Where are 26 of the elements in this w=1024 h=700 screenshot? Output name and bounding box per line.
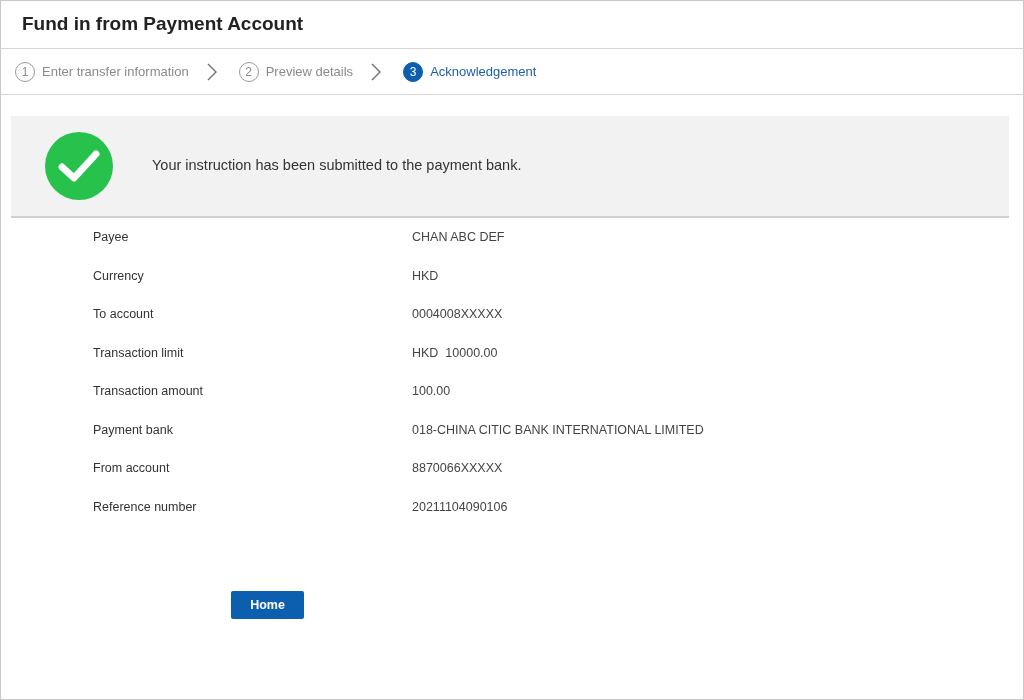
- field-value: 0004008XXXXX: [412, 306, 503, 323]
- home-button[interactable]: Home: [231, 591, 304, 619]
- step-label: Preview details: [265, 62, 354, 81]
- chevron-icon: [371, 62, 382, 81]
- field-label: Payee: [93, 230, 129, 244]
- success-message: Your instruction has been submitted to the payment bank.: [152, 156, 522, 176]
- field-value: 100.00: [412, 383, 451, 400]
- field-label: Transaction amount: [93, 384, 203, 398]
- check-icon: [44, 131, 114, 201]
- page-title: Fund in from Payment Account: [22, 13, 304, 36]
- field-value: HKD 10000.00: [412, 344, 498, 362]
- chevron-icon: [206, 62, 217, 81]
- step-number: 3: [403, 61, 424, 82]
- field-value: 018-CHINA CITIC BANK INTERNATIONAL LIMITED: [412, 421, 704, 439]
- step-label: Enter transfer information: [42, 62, 189, 81]
- field-value: 8870066XXXXX: [412, 460, 503, 477]
- step-label: Acknowledgement: [430, 62, 537, 81]
- field-value: 20211104090106: [412, 498, 508, 516]
- field-value: CHAN ABC DEF: [412, 229, 505, 246]
- field-label: Transaction limit: [93, 345, 184, 360]
- field-label: To account: [93, 307, 154, 321]
- field-label: Payment bank: [93, 422, 173, 437]
- field-label: From account: [93, 461, 170, 475]
- field-label: Currency: [93, 268, 144, 283]
- field-label: Reference number: [93, 499, 197, 514]
- field-value: HKD: [412, 267, 439, 285]
